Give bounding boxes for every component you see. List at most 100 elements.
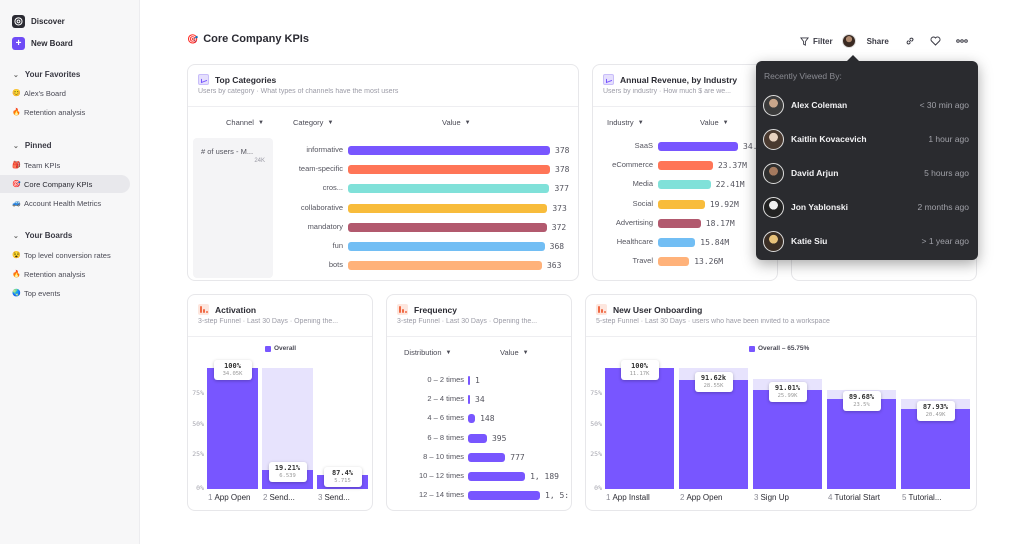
section-your-favorites[interactable]: ⌄ Your Favorites	[13, 70, 80, 79]
category-column-header[interactable]: Category ▼	[293, 118, 333, 127]
bar-value-label: 1, 5:	[545, 491, 570, 501]
bar-category-label: bots	[328, 260, 343, 270]
top-categories-card[interactable]: Top Categories Users by category · What …	[187, 64, 579, 281]
bar[interactable]	[468, 472, 526, 481]
sidebar-item-label: Top events	[24, 288, 61, 298]
funnel-step-label[interactable]: 1 App Install	[606, 493, 650, 502]
bar[interactable]	[348, 203, 548, 213]
sidebar-item-label: Team KPIs	[24, 160, 61, 170]
viewer-row[interactable]: David Arjun 5 hours ago	[763, 162, 969, 184]
share-label: Share	[866, 36, 889, 46]
bar[interactable]	[468, 395, 470, 405]
funnel-bar[interactable]	[753, 389, 822, 489]
viewer-name: Alex Coleman	[791, 100, 848, 110]
bar[interactable]	[658, 218, 701, 228]
sidebar-item-alexs-board[interactable]: 😊 Alex's Board	[0, 84, 130, 102]
viewer-avatar-button[interactable]	[841, 34, 856, 48]
onboarding-card[interactable]: New User Onboarding 5-step Funnel · Last…	[585, 294, 977, 511]
step-number: 5	[902, 493, 907, 502]
funnel-step-label[interactable]: 1 App Open	[208, 493, 250, 502]
sidebar-item-retention-analysis-2[interactable]: 🔥 Retention analysis	[0, 265, 130, 283]
funnel-step-label[interactable]: 5 Tutorial...	[902, 493, 942, 502]
heart-icon[interactable]	[930, 36, 941, 46]
bar[interactable]	[468, 376, 470, 385]
funnel-bar[interactable]	[827, 399, 896, 489]
bar[interactable]	[468, 433, 487, 443]
step-name: App Open	[686, 493, 723, 502]
funnel-step-label[interactable]: 3 Send...	[318, 493, 350, 502]
bar[interactable]	[348, 242, 545, 251]
legend-swatch	[265, 345, 271, 352]
value-column-header[interactable]: Value ▼	[500, 348, 529, 357]
step-name: App Install	[612, 493, 650, 502]
chart-legend[interactable]: Overall	[265, 345, 296, 352]
link-icon[interactable]	[905, 36, 915, 46]
viewer-row[interactable]: Jon Yablonski 2 months ago	[763, 196, 969, 218]
bar[interactable]	[658, 161, 713, 171]
bar[interactable]	[348, 165, 550, 175]
bar[interactable]	[658, 257, 690, 267]
chevron-down-icon: ⌄	[13, 142, 19, 150]
value-column-header[interactable]: Value ▼	[700, 118, 729, 127]
funnel-bar[interactable]	[207, 368, 258, 489]
bar-value-label: 18.17M	[705, 218, 735, 228]
funnel-bar[interactable]	[679, 380, 748, 489]
bar-category-label: 8 – 10 times	[423, 451, 464, 461]
recently-viewed-popover: Recently Viewed By: Alex Coleman < 30 min…	[756, 55, 978, 260]
funnel-bar-tooltip: 89.68% 23.5%	[842, 391, 881, 412]
sidebar-item-team-kpis[interactable]: 🎒 Team KPIs	[0, 156, 130, 174]
section-pinned[interactable]: ⌄ Pinned	[13, 141, 52, 150]
step-name: Send...	[269, 493, 295, 502]
funnel-step-label[interactable]: 4 Tutorial Start	[828, 493, 880, 502]
sidebar-item-top-events[interactable]: 🌏 Top events	[0, 284, 130, 302]
sidebar-item-retention-analysis[interactable]: 🔥 Retention analysis	[0, 103, 130, 121]
bar[interactable]	[658, 238, 696, 247]
activation-card[interactable]: Activation 3-step Funnel · Last 30 Days …	[187, 294, 373, 511]
chart-legend[interactable]: Overall – 65.75%	[749, 345, 809, 352]
share-button[interactable]: Share	[867, 37, 889, 46]
annual-revenue-card[interactable]: Annual Revenue, by Industry Users by ind…	[592, 64, 778, 281]
new-board-button[interactable]: + New Board	[12, 37, 73, 50]
sidebar-item-core-company-kpis[interactable]: 🎯 Core Company KPIs	[0, 175, 130, 193]
bar[interactable]	[348, 261, 542, 271]
board-emoji-icon: 🔥	[12, 109, 21, 116]
funnel-step-label[interactable]: 3 Sign Up	[754, 493, 789, 502]
sidebar-item-top-level-conversion-rates[interactable]: 😵 Top level conversion rates	[0, 246, 130, 264]
sidebar-discover[interactable]: ◎ Discover	[12, 15, 65, 28]
bar[interactable]	[348, 146, 550, 155]
bar[interactable]	[658, 142, 738, 151]
bar[interactable]	[658, 199, 705, 209]
popover-title: Recently Viewed By:	[764, 71, 842, 81]
funnel-step-label[interactable]: 2 App Open	[680, 493, 722, 502]
section-your-boards[interactable]: ⌄ Your Boards	[13, 231, 72, 240]
funnel-bar[interactable]	[605, 368, 674, 489]
channel-column-header[interactable]: Channel ▼	[226, 118, 264, 127]
column-label: Channel	[226, 118, 254, 127]
bar[interactable]	[348, 222, 547, 232]
funnel-bar[interactable]	[901, 409, 970, 489]
industry-column-header[interactable]: Industry ▼	[607, 118, 644, 127]
bar[interactable]	[468, 491, 540, 501]
sidebar-item-account-health-metrics[interactable]: 🚙 Account Health Metrics	[0, 194, 130, 212]
card-header: Annual Revenue, by Industry Users by ind…	[593, 65, 777, 107]
frequency-card[interactable]: Frequency 3-step Funnel · Last 30 Days ·…	[386, 294, 572, 511]
filter-button[interactable]: Filter	[800, 37, 833, 46]
viewer-row[interactable]: Kaitlin Kovacevich 1 hour ago	[763, 128, 969, 150]
bar[interactable]	[468, 414, 476, 424]
more-options-icon[interactable]	[955, 39, 968, 43]
bar-value-label: 378	[555, 165, 570, 175]
channel-cell[interactable]: # of users - M... 24K	[193, 138, 273, 278]
conversion-percent: 91.01%	[774, 383, 801, 392]
funnel-step-label[interactable]: 2 Send...	[263, 493, 295, 502]
caret-down-icon: ▼	[257, 119, 264, 126]
viewer-row[interactable]: Katie Siu > 1 year ago	[763, 230, 969, 252]
funnel-icon	[596, 304, 607, 315]
bar[interactable]	[468, 452, 506, 462]
value-column-header[interactable]: Value ▼	[442, 118, 471, 127]
y-axis-tick: 25%	[192, 449, 204, 458]
board-emoji-icon: 🌏	[12, 290, 21, 297]
bar[interactable]	[348, 184, 550, 194]
viewer-row[interactable]: Alex Coleman < 30 min ago	[763, 94, 969, 116]
distribution-column-header[interactable]: Distribution ▼	[404, 348, 451, 357]
bar[interactable]	[658, 180, 711, 190]
